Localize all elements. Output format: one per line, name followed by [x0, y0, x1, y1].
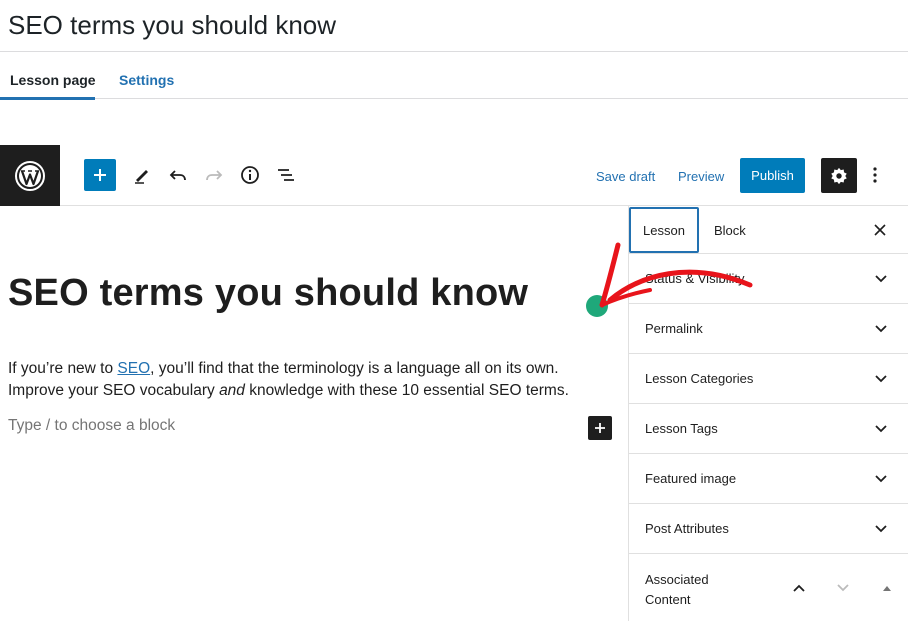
- chevron-down-icon: [875, 425, 887, 433]
- wordpress-logo-icon[interactable]: [0, 145, 60, 206]
- caret-up-icon[interactable]: [882, 584, 892, 592]
- tab-settings[interactable]: Settings: [119, 72, 174, 88]
- preview-button[interactable]: Preview: [678, 169, 724, 184]
- paragraph-text: If you’re new to: [8, 360, 118, 377]
- redo-icon[interactable]: [202, 163, 226, 187]
- paragraph-emphasis: and: [219, 382, 245, 399]
- panel-label: Lesson Categories: [645, 371, 754, 386]
- add-block-button[interactable]: [84, 159, 116, 191]
- close-icon[interactable]: [872, 222, 888, 238]
- sidebar-tab-lesson[interactable]: Lesson: [629, 207, 699, 253]
- status-dot: [586, 295, 608, 317]
- more-vertical-icon[interactable]: [866, 163, 884, 187]
- plus-icon: [94, 169, 106, 181]
- paragraph-block[interactable]: If you’re new to SEO, you’ll find that t…: [8, 358, 608, 402]
- page-title: SEO terms you should know: [8, 10, 337, 40]
- chevron-down-icon: [875, 325, 887, 333]
- settings-sidebar: Lesson Block Status & Visibility Permali…: [628, 206, 908, 621]
- panel-permalink[interactable]: Permalink: [629, 304, 908, 354]
- page-tabs: Lesson page Settings: [0, 52, 908, 100]
- active-tab-indicator: [0, 97, 95, 100]
- chevron-down-icon[interactable]: [836, 582, 850, 594]
- chevron-up-icon[interactable]: [792, 582, 806, 594]
- block-placeholder[interactable]: Type / to choose a block: [8, 417, 175, 435]
- info-icon[interactable]: [238, 163, 262, 187]
- chevron-down-icon: [875, 475, 887, 483]
- save-draft-button[interactable]: Save draft: [596, 169, 655, 184]
- panel-label: Associated Content: [645, 572, 709, 607]
- panel-featured-image[interactable]: Featured image: [629, 454, 908, 504]
- publish-button[interactable]: Publish: [740, 158, 805, 193]
- pencil-icon[interactable]: [130, 163, 154, 187]
- panel-status-visibility[interactable]: Status & Visibility: [629, 254, 908, 304]
- chevron-down-icon: [875, 525, 887, 533]
- panel-label: Featured image: [645, 471, 737, 486]
- plus-icon: [595, 423, 605, 433]
- list-view-icon[interactable]: [274, 163, 298, 187]
- panel-label: Status & Visibility: [645, 271, 745, 286]
- sidebar-tabs: Lesson Block: [629, 206, 908, 254]
- chevron-down-icon: [875, 375, 887, 383]
- settings-button[interactable]: [821, 158, 857, 193]
- editor-toolbar: Save draft Preview Publish: [0, 145, 908, 206]
- inline-add-block-button[interactable]: [588, 416, 612, 440]
- panel-post-attributes[interactable]: Post Attributes: [629, 504, 908, 554]
- panel-label: Lesson Tags: [645, 421, 718, 436]
- panel-label: Permalink: [645, 321, 703, 336]
- panel-lesson-tags[interactable]: Lesson Tags: [629, 404, 908, 454]
- post-title[interactable]: SEO terms you should know: [8, 272, 528, 315]
- panel-associated-content: Associated Content: [629, 554, 908, 621]
- tab-lesson-page[interactable]: Lesson page: [10, 72, 96, 88]
- chevron-down-icon: [875, 275, 887, 283]
- paragraph-text: knowledge with these 10 essential SEO te…: [244, 382, 569, 399]
- panel-lesson-categories[interactable]: Lesson Categories: [629, 354, 908, 404]
- panel-label: Post Attributes: [645, 521, 729, 536]
- seo-link[interactable]: SEO: [117, 360, 150, 377]
- gear-icon: [831, 167, 847, 184]
- sidebar-tab-block[interactable]: Block: [714, 206, 746, 254]
- undo-icon[interactable]: [166, 163, 190, 187]
